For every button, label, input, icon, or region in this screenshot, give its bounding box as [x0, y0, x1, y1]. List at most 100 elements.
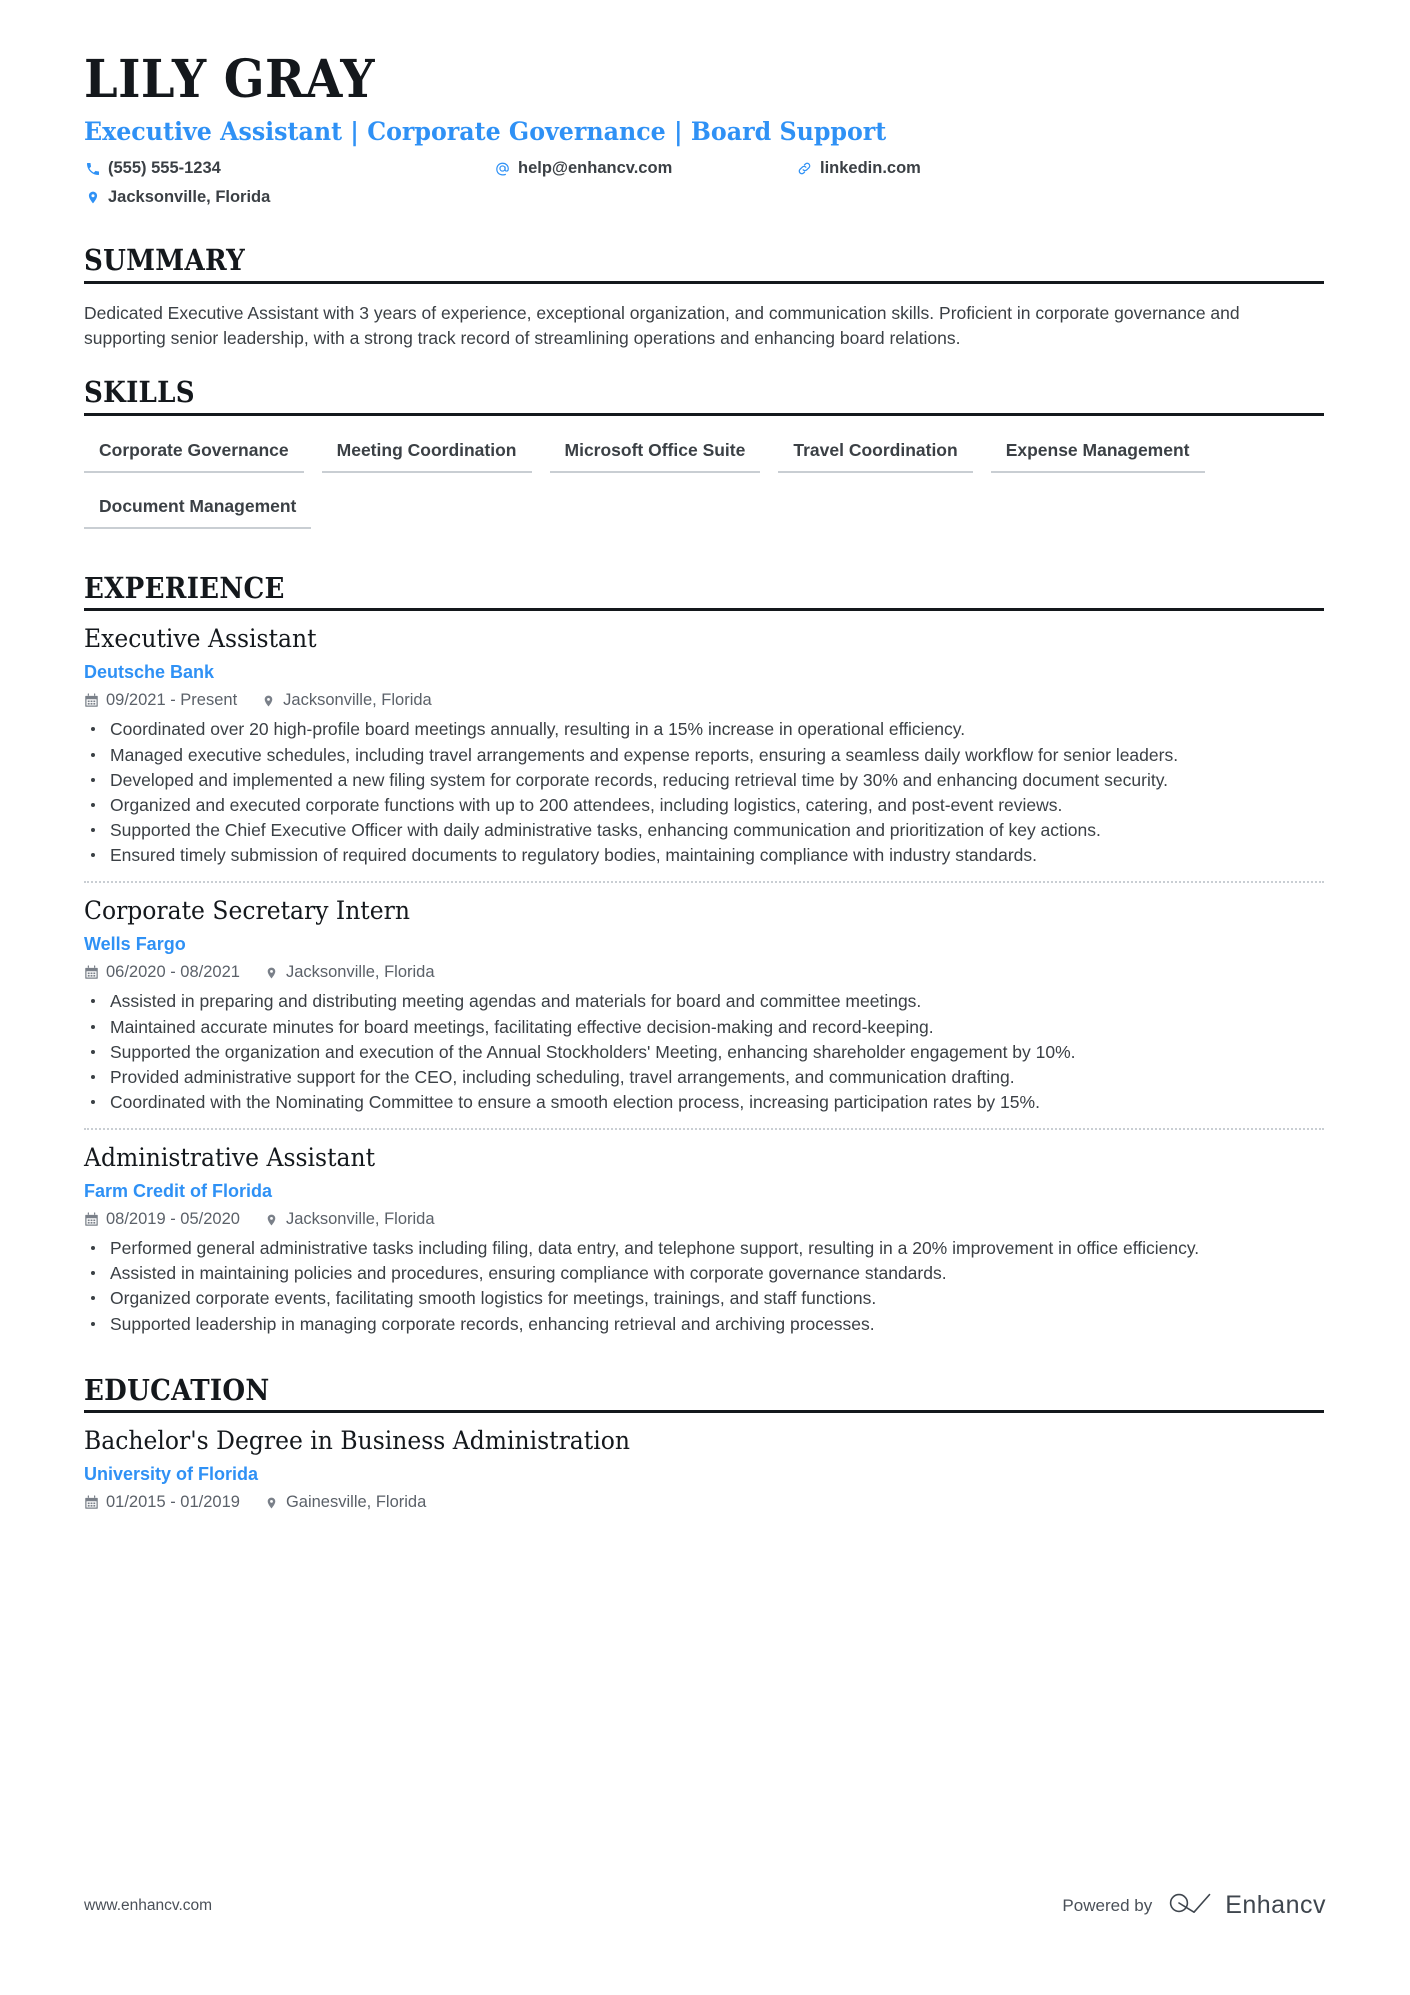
experience-entries: Executive Assistant Deutsche Bank 09/2021 …: [84, 611, 1324, 1335]
candidate-name: LILY GRAY: [84, 49, 376, 110]
entry-dates: 01/2015 - 01/2019: [84, 1493, 240, 1512]
entry-location-text: Jacksonville, Florida: [283, 691, 432, 710]
enhancv-logo: Enhancv: [1168, 1890, 1326, 1921]
entry-bullet-list: Performed general administrative tasks i…: [84, 1236, 1324, 1336]
entry-meta: 06/2020 - 08/2021 Jacksonville, Florida: [84, 963, 1324, 982]
education-entry: Bachelor's Degree in Business Administra…: [84, 1413, 1324, 1512]
entry-bullet: Supported the organization and execution…: [84, 1040, 1324, 1064]
entry-dates-text: 08/2019 - 05/2020: [106, 1210, 240, 1229]
section-education: EDUCATION Bachelor's Degree in Business …: [84, 1372, 1324, 1513]
entry-bullet-list: Coordinated over 20 high-profile board m…: [84, 717, 1324, 867]
entry-bullet: Coordinated with the Nominating Committe…: [84, 1090, 1324, 1114]
map-pin-icon: [264, 965, 279, 981]
section-rule: [84, 412, 1324, 416]
footer-website-link[interactable]: www.enhancv.com: [84, 1897, 212, 1915]
link-icon: [796, 160, 813, 177]
entry-location: Jacksonville, Florida: [264, 1210, 435, 1229]
contact-phone[interactable]: (555) 555-1234: [84, 159, 221, 178]
section-title-experience: EXPERIENCE: [84, 570, 285, 605]
powered-by-label: Powered by: [1062, 1895, 1153, 1915]
entry-bullet: Developed and implemented a new filing s…: [84, 768, 1324, 792]
entry-bullet: Organized corporate events, facilitating…: [84, 1286, 1324, 1310]
skill-tag: Document Management: [84, 490, 312, 529]
experience-entry: Executive Assistant Deutsche Bank 09/2021 …: [84, 611, 1324, 867]
experience-entry: Administrative Assistant Farm Credit of F…: [84, 1128, 1324, 1336]
enhancv-wordmark: Enhancv: [1225, 1891, 1326, 1919]
entry-location-text: Gainesville, Florida: [285, 1493, 427, 1512]
contact-row-secondary: Jacksonville, Florida: [84, 188, 1324, 218]
calendar-icon: [84, 1495, 99, 1511]
entry-dates-text: 06/2020 - 08/2021: [106, 963, 240, 982]
skill-tag: Corporate Governance: [84, 434, 304, 473]
company-name: Farm Credit of Florida: [84, 1181, 273, 1202]
contact-phone-text: (555) 555-1234: [108, 159, 221, 178]
company-name: Deutsche Bank: [84, 662, 215, 683]
candidate-headline: Executive Assistant | Corporate Governan…: [84, 117, 887, 148]
entry-bullet-list: Assisted in preparing and distributing m…: [84, 989, 1324, 1114]
entry-dates: 09/2021 - Present: [84, 691, 237, 710]
section-skills: SKILLS Corporate Governance Meeting Coord…: [84, 376, 1324, 545]
phone-icon: [84, 160, 101, 177]
entry-bullet: Maintained accurate minutes for board me…: [84, 1015, 1324, 1039]
map-pin-icon: [84, 189, 101, 206]
degree-title: Bachelor's Degree in Business Administra…: [84, 1426, 630, 1457]
entry-bullet: Performed general administrative tasks i…: [84, 1236, 1324, 1260]
entry-dates: 08/2019 - 05/2020: [84, 1210, 240, 1229]
entry-bullet: Managed executive schedules, including t…: [84, 743, 1324, 767]
resume-page: LILY GRAY Executive Assistant | Corporat…: [0, 0, 1410, 1995]
company-name: Wells Fargo: [84, 934, 186, 955]
experience-entry: Corporate Secretary Intern Wells Fargo 06/…: [84, 881, 1324, 1114]
calendar-icon: [84, 693, 99, 709]
entry-meta: 01/2015 - 01/2019 Gainesville, Florida: [84, 1493, 1324, 1512]
entry-location-text: Jacksonville, Florida: [285, 1210, 435, 1229]
map-pin-icon: [261, 693, 276, 709]
section-title-skills: SKILLS: [84, 375, 195, 410]
map-pin-icon: [264, 1212, 279, 1228]
footer-brand: Powered by Enhancv: [1062, 1890, 1326, 1921]
contact-location-text: Jacksonville, Florida: [108, 188, 271, 207]
skill-tag: Expense Management: [990, 434, 1205, 473]
summary-text: Dedicated Executive Assistant with 3 yea…: [84, 302, 1240, 348]
contact-email[interactable]: help@enhancv.com: [494, 159, 672, 178]
resume-content: LILY GRAY Executive Assistant | Corporat…: [84, 0, 1324, 1512]
entry-location: Jacksonville, Florida: [261, 691, 432, 710]
school-name: University of Florida: [84, 1464, 259, 1485]
section-summary: SUMMARY Dedicated Executive Assistant wi…: [84, 244, 1324, 350]
entry-bullet: Organized and executed corporate functio…: [84, 793, 1324, 817]
contact-website-text: linkedin.com: [820, 159, 921, 178]
section-title-education: EDUCATION: [84, 1372, 270, 1407]
map-pin-icon: [264, 1495, 279, 1511]
job-title: Executive Assistant: [84, 624, 317, 655]
page-footer: www.enhancv.com Powered by Enhancv: [84, 1890, 1326, 1921]
skill-tag: Travel Coordination: [778, 434, 973, 473]
contact-location: Jacksonville, Florida: [84, 188, 270, 207]
skills-list: Corporate Governance Meeting Coordination…: [84, 434, 1324, 546]
entry-location-text: Jacksonville, Florida: [285, 963, 435, 982]
entry-bullet: Assisted in preparing and distributing m…: [84, 989, 1324, 1013]
entry-bullet: Assisted in maintaining policies and pro…: [84, 1261, 1324, 1285]
skill-tag: Microsoft Office Suite: [549, 434, 761, 473]
entry-location: Jacksonville, Florida: [264, 963, 435, 982]
entry-meta: 09/2021 - Present Jacksonville, Florida: [84, 691, 1324, 710]
contact-row-primary: (555) 555-1234 help@enhancv.com linkedin…: [84, 159, 1324, 188]
contact-website[interactable]: linkedin.com: [796, 159, 921, 178]
skill-tag: Meeting Coordination: [321, 434, 532, 473]
enhancv-mark-icon: [1168, 1890, 1214, 1921]
resume-header: LILY GRAY Executive Assistant | Corporat…: [84, 0, 1324, 218]
contact-email-text: help@enhancv.com: [518, 159, 673, 178]
section-experience: EXPERIENCE Executive Assistant Deutsche B…: [84, 570, 1324, 1336]
entry-bullet: Supported the Chief Executive Officer wi…: [84, 818, 1324, 842]
entry-bullet: Provided administrative support for the …: [84, 1065, 1324, 1089]
job-title: Administrative Assistant: [84, 1143, 376, 1174]
entry-meta: 08/2019 - 05/2020 Jacksonville, Florida: [84, 1210, 1324, 1229]
calendar-icon: [84, 1212, 99, 1228]
entry-dates-text: 01/2015 - 01/2019: [106, 1493, 240, 1512]
job-title: Corporate Secretary Intern: [84, 896, 410, 927]
education-entries: Bachelor's Degree in Business Administra…: [84, 1413, 1324, 1512]
entry-location: Gainesville, Florida: [264, 1493, 426, 1512]
calendar-icon: [84, 965, 99, 981]
entry-bullet: Supported leadership in managing corpora…: [84, 1312, 1324, 1336]
section-rule: [84, 280, 1324, 284]
at-sign-icon: [494, 160, 511, 177]
section-title-summary: SUMMARY: [84, 243, 246, 278]
